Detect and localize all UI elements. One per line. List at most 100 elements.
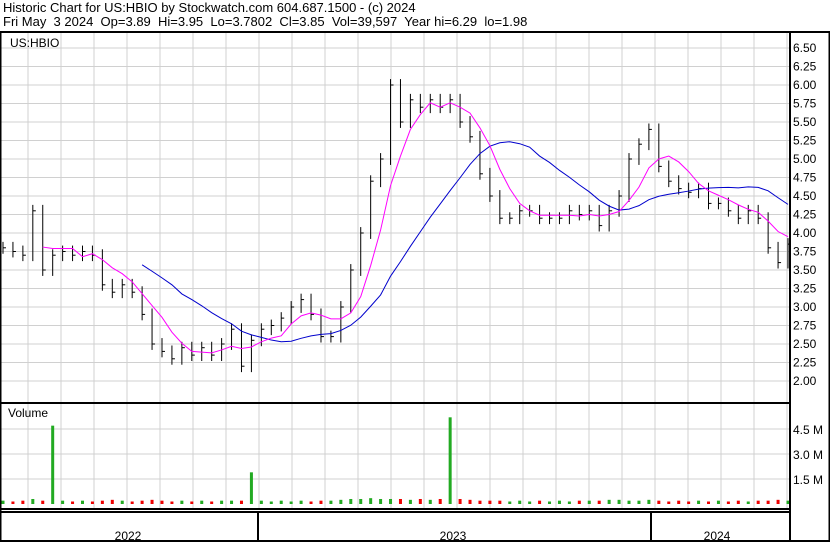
volume-bar — [71, 501, 75, 504]
volume-bar — [279, 500, 283, 504]
volume-bar — [289, 501, 293, 504]
volume-bar — [677, 500, 681, 504]
volume-bar — [200, 500, 204, 504]
price-tick-label: 4.25 — [793, 208, 817, 222]
volume-bar — [716, 500, 720, 504]
year-label: 2022 — [115, 529, 142, 543]
volume-bar — [309, 501, 313, 504]
volume-bar — [746, 501, 750, 504]
volume-bar — [627, 500, 631, 504]
volume-bar — [230, 500, 234, 504]
volume-bar — [518, 500, 522, 504]
volume-bar — [726, 501, 730, 504]
price-tick-label: 6.25 — [793, 60, 817, 74]
price-tick-label: 5.50 — [793, 115, 817, 129]
price-tick-label: 5.00 — [793, 152, 817, 166]
volume-bar — [567, 501, 571, 504]
volume-bar — [299, 500, 303, 504]
volume-bar — [637, 500, 641, 504]
volume-bar — [130, 501, 134, 504]
volume-tick-label: 3.0 M — [793, 448, 823, 462]
volume-bars — [1, 417, 790, 504]
price-tick-label: 4.00 — [793, 226, 817, 240]
price-tick-label: 6.50 — [793, 41, 817, 55]
volume-bar — [190, 501, 194, 504]
price-tick-label: 6.00 — [793, 78, 817, 92]
volume-bar — [120, 500, 124, 504]
volume-bar — [80, 500, 84, 504]
volume-bar — [110, 499, 114, 504]
volume-bar — [220, 500, 224, 504]
volume-bar — [478, 500, 482, 504]
long-moving-average-line — [141, 141, 789, 343]
year-label: 2024 — [704, 529, 731, 543]
price-tick-label: 2.75 — [793, 319, 817, 333]
volume-bar — [140, 500, 144, 504]
volume-bar — [51, 425, 55, 504]
volume-bar — [438, 498, 442, 504]
price-tick-label: 3.00 — [793, 300, 817, 314]
volume-bar — [667, 501, 671, 504]
chart-frame — [0, 31, 830, 542]
volume-bar — [31, 498, 35, 504]
volume-bar — [170, 501, 174, 504]
year-label: 2023 — [440, 529, 467, 543]
volume-bar — [587, 500, 591, 504]
volume-bar — [468, 499, 472, 504]
volume-bar — [736, 500, 740, 504]
volume-bar — [259, 500, 263, 504]
volume-bar — [687, 501, 691, 504]
price-tick-label: 2.50 — [793, 337, 817, 351]
volume-bar — [100, 500, 104, 504]
volume-bar — [319, 500, 323, 504]
volume-bar — [707, 501, 711, 504]
price-tick-label: 3.25 — [793, 282, 817, 296]
volume-bar — [1, 500, 5, 504]
volume-bar — [776, 499, 780, 504]
volume-bar — [657, 500, 661, 504]
volume-bar — [617, 499, 621, 504]
volume-bar — [418, 498, 422, 504]
volume-bar — [548, 501, 552, 504]
volume-bar — [408, 499, 412, 504]
volume-bar — [359, 498, 363, 504]
stock-chart: 6.50 6.25 6.00 5.75 5.50 5.25 5.00 4.75 4.50 4.25… — [0, 31, 830, 543]
volume-bar — [697, 500, 701, 504]
price-tick-label: 4.50 — [793, 189, 817, 203]
volume-bar — [349, 498, 353, 504]
price-tick-label: 5.75 — [793, 97, 817, 111]
price-tick-label: 5.25 — [793, 134, 817, 148]
volume-bar — [239, 500, 243, 504]
volume-tick-label: 4.5 M — [793, 423, 823, 437]
volume-bar — [597, 500, 601, 504]
volume-bar — [160, 500, 164, 504]
volume-bar — [369, 498, 373, 504]
volume-bar — [61, 500, 65, 504]
volume-bar — [41, 500, 45, 504]
price-bars — [2, 79, 791, 373]
volume-bar — [398, 498, 402, 504]
volume-bar — [180, 500, 184, 504]
price-tick-label: 3.75 — [793, 245, 817, 259]
volume-bar — [379, 498, 383, 504]
volume-bar — [557, 500, 561, 504]
volume-bar — [21, 500, 25, 504]
volume-bar — [210, 501, 214, 504]
price-tick-label: 2.00 — [793, 374, 817, 388]
volume-bar — [607, 499, 611, 504]
volume-bar — [498, 500, 502, 504]
price-tick-label: 4.75 — [793, 171, 817, 185]
volume-bar — [508, 501, 512, 504]
volume-bar — [389, 498, 393, 504]
price-tick-label: 2.25 — [793, 356, 817, 370]
volume-bar — [756, 500, 760, 504]
volume-bar — [150, 499, 154, 504]
volume-bar — [249, 472, 253, 504]
volume-bar — [488, 500, 492, 504]
volume-bar — [538, 500, 542, 504]
volume-bar — [647, 499, 651, 504]
volume-bar — [90, 501, 94, 504]
symbol-label: US:HBIO — [10, 36, 59, 50]
volume-bar — [329, 500, 333, 504]
volume-bar — [448, 417, 452, 504]
